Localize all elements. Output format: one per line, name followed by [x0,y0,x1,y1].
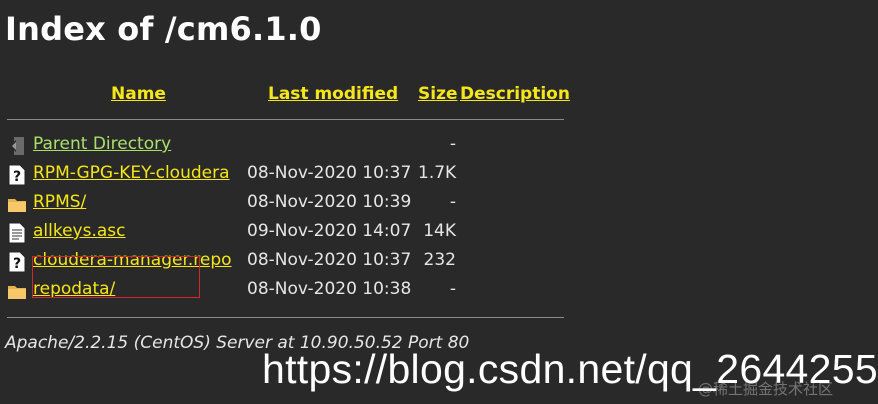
divider-bottom [7,317,564,318]
size-cell: 232 [423,250,456,270]
description-column-header[interactable]: Description [460,84,570,104]
table-row: Parent Directory - [0,133,600,159]
size-cell: - [449,192,456,212]
folder-link[interactable]: RPMS/ [33,192,86,212]
date-cell: 08-Nov-2020 10:37 [247,250,412,270]
date-cell: 08-Nov-2020 10:39 [247,192,412,212]
divider-top [7,119,564,120]
unknown-file-icon: ? [7,251,27,273]
folder-icon [7,280,27,302]
size-column-header[interactable]: Size [418,84,458,104]
date-cell: 08-Nov-2020 10:38 [247,279,412,299]
size-cell: - [449,134,456,154]
table-row: ? RPM-GPG-KEY-cloudera 08-Nov-2020 10:37… [0,162,600,188]
date-cell: 08-Nov-2020 10:37 [247,163,412,183]
name-column-header[interactable]: Name [111,84,166,104]
size-cell: 1.7K [418,163,457,183]
file-link[interactable]: RPM-GPG-KEY-cloudera [33,163,230,183]
table-header: Name Last modified Size Description [0,84,600,108]
svg-text:?: ? [13,169,21,185]
text-file-icon [7,222,27,244]
size-cell: 14K [423,221,456,241]
highlight-annotation-box [32,256,200,298]
date-cell: 09-Nov-2020 14:07 [247,221,412,241]
back-icon [7,135,27,157]
parent-directory-link[interactable]: Parent Directory [33,134,171,154]
folder-icon [7,193,27,215]
page: Index of /cm6.1.0 Name Last modified Siz… [0,0,878,404]
file-link[interactable]: allkeys.asc [33,221,126,241]
watermark-community: @稀土掘金技术社区 [698,380,834,398]
page-title: Index of /cm6.1.0 [5,10,322,48]
size-cell: - [449,279,456,299]
table-row: RPMS/ 08-Nov-2020 10:39 - [0,191,600,217]
table-row: allkeys.asc 09-Nov-2020 14:07 14K [0,220,600,246]
svg-text:?: ? [13,256,21,272]
unknown-file-icon: ? [7,164,27,186]
last-modified-column-header[interactable]: Last modified [268,84,398,104]
